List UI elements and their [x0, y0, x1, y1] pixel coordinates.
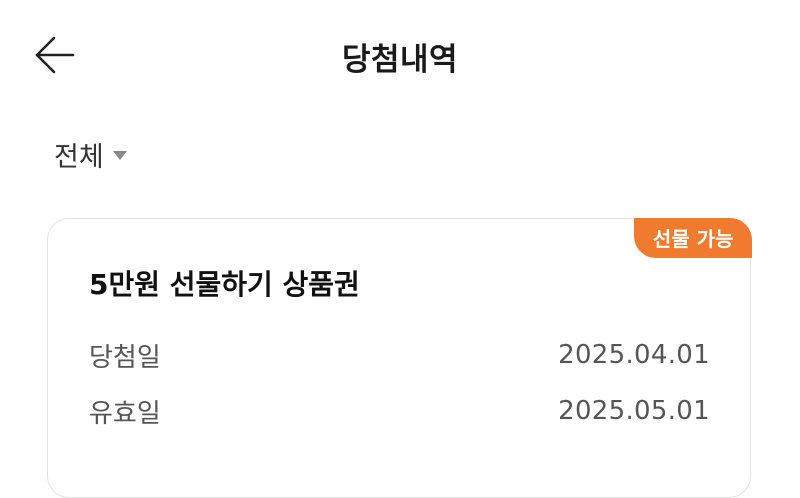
expiry-date-row: 유효일 2025.05.01: [89, 393, 710, 429]
gift-available-badge: 선물 가능: [633, 217, 752, 258]
win-date-row: 당첨일 2025.04.01: [89, 337, 710, 373]
prize-card[interactable]: 선물 가능 5만원 선물하기 상품권 당첨일 2025.04.01 유효일 20…: [47, 217, 752, 498]
app-header: 당첨내역: [0, 0, 800, 110]
win-date-value: 2025.04.01: [558, 340, 710, 370]
filter-dropdown[interactable]: 전체: [54, 134, 127, 174]
expiry-date-label: 유효일: [89, 398, 161, 429]
caret-down-icon: [112, 151, 127, 160]
filter-selected-label: 전체: [54, 141, 104, 173]
win-date-label: 당첨일: [89, 342, 161, 373]
page-title: 당첨내역: [341, 42, 459, 78]
expiry-date-value: 2025.05.01: [558, 396, 710, 426]
prize-title: 5만원 선물하기 상품권: [89, 268, 360, 301]
